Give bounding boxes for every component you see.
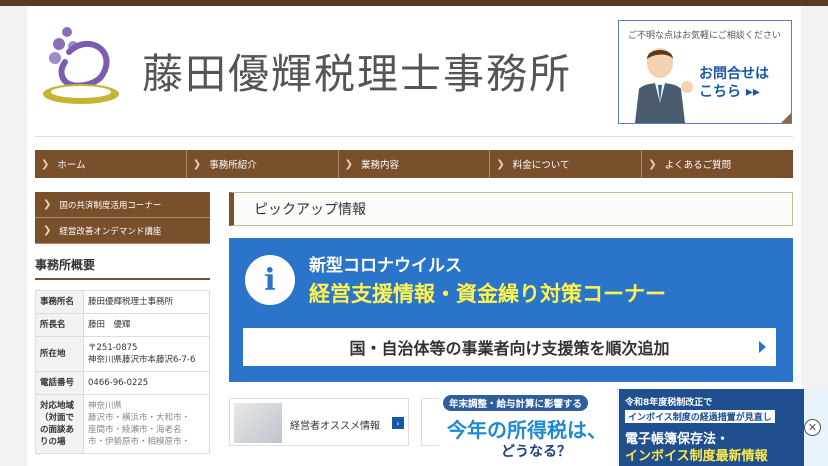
promo-income-tax[interactable]: 年末調整・給与計算に影響する 今年の所得税は、 どうなる？ (439, 389, 617, 466)
table-key: 所在地 (35, 336, 84, 372)
floating-promo-banner[interactable]: 年末調整・給与計算に影響する 今年の所得税は、 どうなる？ 令和8年度税制改正で… (439, 389, 828, 466)
chevron-right-icon: ❯ (192, 158, 202, 170)
table-value: 藤田 優輝 (83, 313, 210, 337)
promo-big-text: 今年の所得税は、 (447, 418, 607, 442)
postal-code: 〒251-0875 (88, 343, 138, 353)
sidebar-item-mutual-aid[interactable]: ❯ 国の共済制度活用コーナー (35, 192, 210, 218)
nav-item-home[interactable]: ❯ ホーム (35, 150, 187, 178)
banner-support-bar[interactable]: 国・自治体等の事業者向け支援策を順次追加 (243, 328, 776, 366)
table-key: 所長名 (35, 313, 84, 337)
contact-cta[interactable]: お問合せは こちら ▸▸ (699, 65, 769, 101)
promo-right-line4: インボイス制度最新情報 (625, 449, 768, 464)
site-title[interactable]: 藤田優輝税理士事務所 (142, 40, 572, 100)
promo-invoice[interactable]: 令和8年度税制改正で インボイス制度の経過措置が見直し 電子帳簿保存法・ インボ… (619, 389, 804, 466)
promo-right-line1: 令和8年度税制改正で (625, 398, 713, 408)
area-line: 座間市・綾瀬市・海老名 (88, 425, 182, 435)
table-row: 所長名 藤田 優輝 (35, 313, 210, 337)
table-key-line: 対応地域 (40, 401, 75, 411)
covid-support-banner[interactable]: i 新型コロナウイルス 経営支援情報・資金繰り対策コーナー 国・自治体等の事業者… (229, 238, 793, 382)
table-key: 電話番号 (35, 371, 84, 395)
chevron-right-icon: ❯ (41, 158, 50, 170)
table-value: 藤田優輝税理士事務所 (83, 290, 210, 314)
chevron-right-icon: ❯ (648, 158, 657, 170)
promo-small-text: どうなる？ (501, 444, 571, 460)
area-line: 神奈川県 (88, 401, 123, 411)
table-value: 〒251-0875 神奈川県藤沢市本藤沢6-7-6 (83, 336, 210, 372)
chevron-right-icon: ❯ (43, 199, 52, 210)
card-label: 経営者オススメ情報 (290, 421, 380, 432)
table-key-line: （対面で (40, 413, 75, 423)
promo-right-line2: インボイス制度の経過措置が見直し (625, 410, 775, 423)
card-thumbnail (234, 403, 282, 443)
nav-label: 業務内容 (360, 160, 399, 171)
pickup-heading: ピックアップ情報 (229, 192, 793, 226)
logo-icon[interactable] (39, 22, 123, 108)
card-recommended-info[interactable]: 経営者オススメ情報 › (229, 398, 409, 446)
global-nav: ❯ ホーム ❯ 事務所紹介 ❯ 業務内容 ❯ 料金について ❯ よくあるご質問 (35, 150, 793, 178)
table-row: 事務所名 藤田優輝税理士事務所 (35, 290, 210, 314)
nav-item-office[interactable]: ❯ 事務所紹介 (187, 150, 339, 178)
contact-cta-line2: こちら ▸▸ (699, 84, 760, 100)
chevron-right-icon: ❯ (344, 158, 353, 170)
contact-cta-line1: お問合せは (699, 66, 769, 82)
area-line: 藤沢市・横浜市・大和市・ (88, 413, 191, 423)
close-icon[interactable]: ✕ (804, 419, 821, 436)
chevron-right-icon: ❯ (43, 225, 52, 236)
table-key: 事務所名 (35, 290, 84, 314)
nav-item-services[interactable]: ❯ 業務内容 (339, 150, 491, 178)
nav-label: 料金について (512, 160, 570, 171)
sidebar: ❯ 国の共済制度活用コーナー ❯ 経営改善オンデマンド講座 事務所概要 事務所名 藤… (35, 192, 210, 454)
contact-note: ご不明な点はお気軽にご相談ください (628, 31, 781, 41)
address: 神奈川県藤沢市本藤沢6-7-6 (88, 355, 196, 365)
sidebar-item-label: 国の共済制度活用コーナー (59, 200, 162, 211)
main-content: ピックアップ情報 i 新型コロナウイルス 経営支援情報・資金繰り対策コーナー 国… (229, 192, 793, 446)
nav-label: 事務所紹介 (209, 160, 257, 171)
info-icon: i (245, 255, 295, 305)
office-info-table: 事務所名 藤田優輝税理士事務所 所長名 藤田 優輝 所在地 〒251-0875 … (35, 290, 210, 454)
person-illustration-icon (635, 48, 693, 123)
office-overview-heading: 事務所概要 (35, 256, 210, 280)
table-value[interactable]: 0466-96-0225 (83, 371, 210, 395)
banner-subtitle: 新型コロナウイルス (309, 256, 462, 276)
table-row: 所在地 〒251-0875 神奈川県藤沢市本藤沢6-7-6 (35, 336, 210, 372)
table-value: 神奈川県 藤沢市・横浜市・大和市・ 座間市・綾瀬市・海老名 市・伊勢原市・相模原… (83, 394, 210, 454)
sidebar-item-label: 経営改善オンデマンド講座 (59, 226, 162, 237)
header-divider (35, 136, 793, 137)
banner-title: 経営支援情報・資金繰り対策コーナー (309, 282, 666, 306)
card-partial[interactable] (421, 398, 441, 446)
site-header: 藤田優輝税理士事務所 ご不明な点はお気軽にご相談ください お問合せは こちら ▸… (27, 6, 801, 136)
nav-item-faq[interactable]: ❯ よくあるご質問 (642, 150, 793, 178)
nav-label: よくあるご質問 (664, 160, 732, 171)
area-line: 市・伊勢原市・相模原市・ (88, 437, 191, 447)
chevron-right-icon: ❯ (496, 158, 505, 170)
banner-bar-text: 国・自治体等の事業者向け支援策を順次追加 (349, 339, 670, 358)
arrow-right-icon: › (392, 417, 404, 429)
triangle-right-icon (759, 341, 766, 353)
nav-item-fees[interactable]: ❯ 料金について (490, 150, 643, 178)
table-key: 対応地域 （対面で の面談あ りの場 (35, 394, 84, 454)
table-row: 電話番号 0466-96-0225 (35, 371, 210, 395)
contact-corner-mark (781, 113, 791, 123)
sidebar-item-ondemand[interactable]: ❯ 経営改善オンデマンド講座 (35, 218, 210, 244)
table-key-line: りの場 (40, 437, 66, 447)
promo-top-label: 年末調整・給与計算に影響する (443, 395, 589, 411)
table-row: 対応地域 （対面で の面談あ りの場 神奈川県 藤沢市・横浜市・大和市・ 座間市… (35, 394, 210, 454)
nav-label: ホーム (57, 160, 86, 171)
contact-banner[interactable]: ご不明な点はお気軽にご相談ください お問合せは こちら ▸▸ (618, 20, 792, 124)
table-key-line: の面談あ (40, 425, 75, 435)
